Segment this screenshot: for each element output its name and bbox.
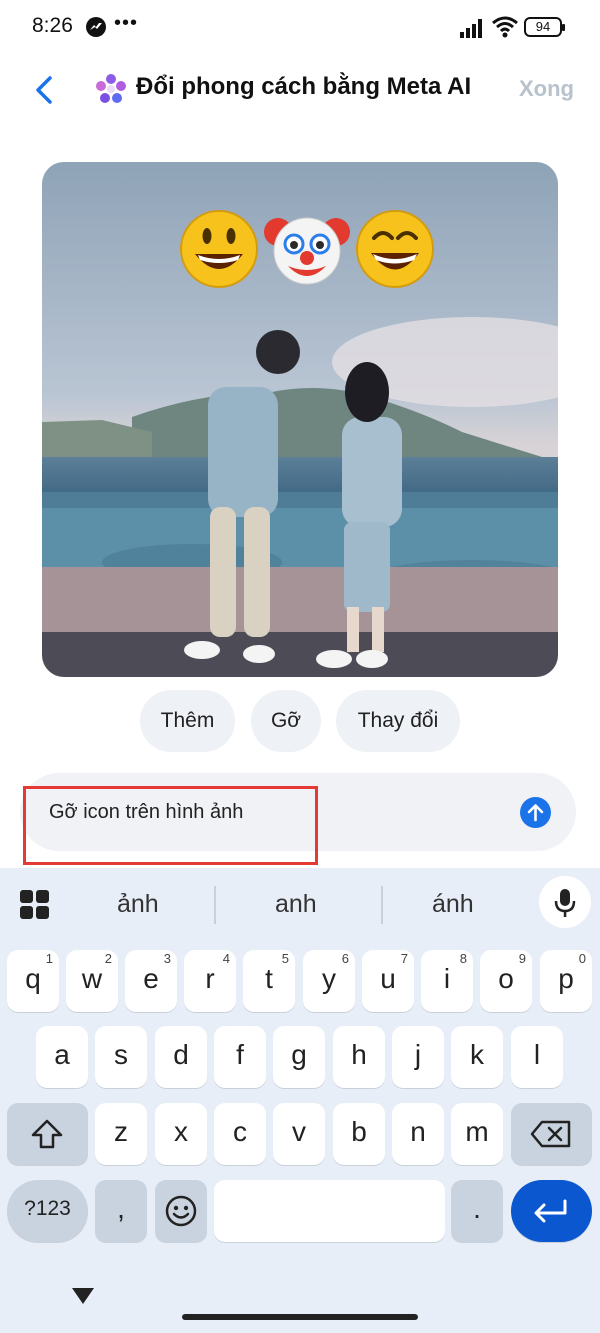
back-button[interactable] xyxy=(30,74,60,106)
key-f[interactable]: f xyxy=(214,1026,266,1088)
shift-key[interactable] xyxy=(7,1103,88,1165)
status-bar: 8:26 ••• 94 xyxy=(0,0,600,56)
highlight-annotation xyxy=(23,786,318,865)
key-h[interactable]: h xyxy=(333,1026,385,1088)
key-r[interactable]: r4 xyxy=(184,950,236,1012)
clown-emoji-icon xyxy=(264,217,350,285)
hide-keyboard-icon[interactable] xyxy=(70,1286,96,1306)
key-g[interactable]: g xyxy=(273,1026,325,1088)
key-label: t xyxy=(265,963,273,994)
key-label: r xyxy=(205,963,215,994)
key-u[interactable]: u7 xyxy=(362,950,414,1012)
key-hint: 3 xyxy=(163,951,171,966)
backspace-icon xyxy=(530,1120,571,1148)
key-v[interactable]: v xyxy=(273,1103,325,1165)
signal-icon xyxy=(460,19,482,38)
key-l[interactable]: l xyxy=(511,1026,563,1088)
key-i[interactable]: i8 xyxy=(421,950,473,1012)
messenger-icon xyxy=(86,17,106,37)
key-label: q xyxy=(25,963,41,994)
key-hint: 8 xyxy=(459,951,467,966)
key-hint: 9 xyxy=(518,951,526,966)
key-k[interactable]: k xyxy=(451,1026,503,1088)
symbols-key[interactable]: ?123 xyxy=(7,1180,88,1242)
key-hint: 0 xyxy=(578,951,586,966)
suggestion-1[interactable]: ảnh xyxy=(117,890,159,919)
suggestion-divider xyxy=(381,886,383,924)
chip-change[interactable]: Thay đổi xyxy=(336,690,460,752)
apps-grid-icon[interactable] xyxy=(20,890,50,920)
space-key[interactable] xyxy=(214,1180,445,1242)
backspace-key[interactable] xyxy=(511,1103,592,1165)
key-hint: 5 xyxy=(281,951,289,966)
emoji-key[interactable] xyxy=(155,1180,207,1242)
chip-add[interactable]: Thêm xyxy=(140,690,235,752)
suggestion-3[interactable]: ánh xyxy=(432,890,474,919)
microphone-button[interactable] xyxy=(539,876,591,928)
more-notifications-icon: ••• xyxy=(114,12,139,34)
send-button[interactable] xyxy=(520,797,551,828)
suggestion-bar: ảnh anh ánh xyxy=(0,868,600,940)
key-label: w xyxy=(81,963,103,994)
enter-key[interactable] xyxy=(511,1180,592,1242)
key-hint: 7 xyxy=(400,951,408,966)
keyboard: ảnh anh ánh q1 w2 e3 r4 t5 y6 u7 i8 o9 p… xyxy=(0,868,600,1333)
page-title: Đổi phong cách bằng Meta AI xyxy=(136,73,472,100)
key-p[interactable]: p0 xyxy=(540,950,592,1012)
period-key[interactable]: . xyxy=(451,1180,503,1242)
key-a[interactable]: a xyxy=(36,1026,88,1088)
suggestion-2[interactable]: anh xyxy=(275,890,317,919)
key-label: p xyxy=(558,963,574,994)
key-m[interactable]: m xyxy=(451,1103,503,1165)
smiley-emoji-icon xyxy=(180,210,258,288)
emoji-icon xyxy=(165,1195,197,1227)
key-w[interactable]: w2 xyxy=(66,950,118,1012)
comma-key[interactable]: , xyxy=(95,1180,147,1242)
key-e[interactable]: e3 xyxy=(125,950,177,1012)
key-hint: 6 xyxy=(341,951,349,966)
battery-indicator: 94 xyxy=(524,17,565,37)
key-label: o xyxy=(498,963,514,994)
key-n[interactable]: n xyxy=(392,1103,444,1165)
key-b[interactable]: b xyxy=(333,1103,385,1165)
key-label: u xyxy=(380,963,396,994)
enter-icon xyxy=(534,1199,567,1223)
key-o[interactable]: o9 xyxy=(480,950,532,1012)
chip-remove[interactable]: Gỡ xyxy=(251,690,321,752)
key-d[interactable]: d xyxy=(155,1026,207,1088)
chevron-left-icon xyxy=(36,76,52,104)
key-t[interactable]: t5 xyxy=(243,950,295,1012)
shift-icon xyxy=(31,1119,63,1149)
edited-photo[interactable] xyxy=(42,162,558,677)
header: Đổi phong cách bằng Meta AI Xong xyxy=(0,60,600,120)
key-label: e xyxy=(143,963,159,994)
key-hint: 2 xyxy=(104,951,112,966)
meta-ai-sparkle-icon xyxy=(96,74,126,103)
grinning-emoji-icon xyxy=(356,210,434,288)
key-y[interactable]: y6 xyxy=(303,950,355,1012)
done-button[interactable]: Xong xyxy=(519,76,574,102)
key-label: y xyxy=(322,963,336,994)
home-indicator[interactable] xyxy=(182,1314,418,1320)
microphone-icon xyxy=(554,889,576,917)
status-time: 8:26 xyxy=(32,14,73,37)
key-c[interactable]: c xyxy=(214,1103,266,1165)
key-label: i xyxy=(443,963,451,994)
arrow-up-icon xyxy=(527,804,544,822)
key-hint: 4 xyxy=(222,951,230,966)
key-hint: 1 xyxy=(45,951,53,966)
key-q[interactable]: q1 xyxy=(7,950,59,1012)
emoji-overlay xyxy=(178,206,438,292)
key-j[interactable]: j xyxy=(392,1026,444,1088)
suggestion-divider xyxy=(214,886,216,924)
key-s[interactable]: s xyxy=(95,1026,147,1088)
key-z[interactable]: z xyxy=(95,1103,147,1165)
wifi-icon xyxy=(492,16,518,38)
key-x[interactable]: x xyxy=(155,1103,207,1165)
